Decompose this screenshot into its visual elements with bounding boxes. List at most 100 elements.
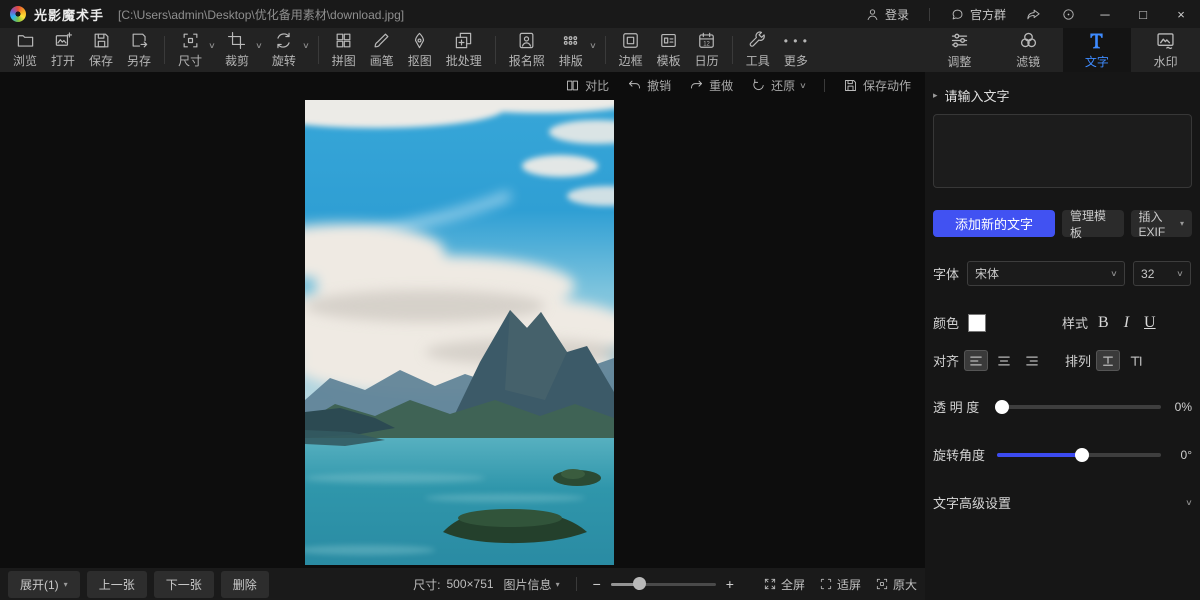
delete-button[interactable]: 删除 xyxy=(221,571,269,598)
compare-icon xyxy=(565,78,580,93)
toolbar-collage[interactable]: 拼图 xyxy=(325,31,363,69)
fullscreen-button[interactable]: 全屏 xyxy=(763,576,805,593)
rotation-slider[interactable] xyxy=(997,453,1161,457)
toolbar-border[interactable]: 边框 xyxy=(612,31,650,69)
action-bar: 对比 撤销 重做 还原 ∨ 保存动作 xyxy=(0,72,925,98)
login-button[interactable]: 登录 xyxy=(865,6,909,23)
rotation-value: 0° xyxy=(1170,448,1192,462)
frame-icon xyxy=(621,31,640,50)
zoom-out-button[interactable]: − xyxy=(593,576,601,592)
toolbar-resize[interactable]: 尺寸 xyxy=(171,31,209,69)
fit-screen-button[interactable]: 适屏 xyxy=(819,576,861,593)
italic-button[interactable]: I xyxy=(1124,314,1129,332)
opacity-slider[interactable] xyxy=(997,405,1161,409)
expand-button[interactable]: 展开(1) ▾ xyxy=(8,571,80,598)
bold-button[interactable]: B xyxy=(1098,314,1109,332)
align-right-button[interactable] xyxy=(1021,351,1043,370)
brush-icon xyxy=(372,31,391,50)
toolbar-id-photo[interactable]: 报名照 xyxy=(502,31,552,69)
chevron-down-icon[interactable]: ∨ xyxy=(255,41,263,50)
toolbar-template[interactable]: 模板 xyxy=(650,31,688,69)
toolbar-label: 浏览 xyxy=(13,52,37,69)
more-dots-icon: • • • xyxy=(784,31,808,50)
tab-text[interactable]: 文字 xyxy=(1063,28,1132,72)
compare-label: 对比 xyxy=(585,77,609,94)
next-button[interactable]: 下一张 xyxy=(154,571,214,598)
minimize-button[interactable]: ─ xyxy=(1096,7,1114,22)
font-size-select[interactable]: 32 ∨ xyxy=(1133,261,1191,286)
dots-grid-icon xyxy=(561,31,580,50)
insert-exif-button[interactable]: 插入EXIF ▾ xyxy=(1131,210,1193,237)
redo-icon xyxy=(689,78,704,93)
resize-icon xyxy=(181,31,200,50)
save-action-button[interactable]: 保存动作 xyxy=(843,77,911,94)
toolbar-calendar[interactable]: 12 日历 xyxy=(688,31,726,69)
official-group-button[interactable]: 官方群 xyxy=(950,6,1006,23)
maximize-button[interactable]: □ xyxy=(1134,7,1152,22)
toolbar-open[interactable]: 打开 xyxy=(44,31,82,69)
toolbar-save[interactable]: 保存 xyxy=(82,31,120,69)
manage-template-button[interactable]: 管理模板 xyxy=(1062,210,1124,237)
chevron-down-icon[interactable]: ∨ xyxy=(302,41,310,50)
toolbar-label: 旋转 xyxy=(272,52,296,69)
toolbar-cutout[interactable]: 抠图 xyxy=(401,31,439,69)
compare-button[interactable]: 对比 xyxy=(565,77,609,94)
opacity-slider-thumb[interactable] xyxy=(995,400,1009,414)
toolbar-crop[interactable]: 裁剪 xyxy=(218,31,256,69)
toolbar-more[interactable]: • • • 更多 xyxy=(777,31,815,69)
app-name: 光影魔术手 xyxy=(34,5,104,24)
align-right-icon xyxy=(1025,355,1039,367)
close-button[interactable]: × xyxy=(1172,7,1190,22)
zoom-slider[interactable] xyxy=(611,583,716,586)
advanced-settings-row[interactable]: 文字高级设置 ∨ xyxy=(933,493,1192,512)
chevron-down-icon[interactable]: ∨ xyxy=(208,41,216,50)
redo-button[interactable]: 重做 xyxy=(689,77,733,94)
toolbar-brush[interactable]: 画笔 xyxy=(363,31,401,69)
chevron-down-icon: ∨ xyxy=(1185,498,1193,507)
share-button[interactable] xyxy=(1026,7,1041,22)
edited-photo[interactable] xyxy=(305,100,614,565)
toolbar-browse[interactable]: 浏览 xyxy=(6,31,44,69)
image-plus-icon xyxy=(54,31,73,50)
zoom-in-button[interactable]: + xyxy=(726,576,734,592)
align-center-button[interactable] xyxy=(993,351,1015,370)
chevron-down-icon: ∨ xyxy=(799,81,807,90)
login-label: 登录 xyxy=(885,6,909,23)
tab-adjust[interactable]: 调整 xyxy=(925,28,994,72)
text-input-area[interactable] xyxy=(933,114,1192,188)
toolbar-tools[interactable]: 工具 xyxy=(739,31,777,69)
pen-nib-icon xyxy=(410,31,429,50)
underline-button[interactable]: U xyxy=(1144,314,1156,332)
font-select[interactable]: 宋体 ∨ xyxy=(967,261,1125,286)
align-left-button[interactable] xyxy=(965,351,987,370)
restore-button[interactable]: 还原 ∨ xyxy=(751,77,806,94)
image-info-button[interactable]: 图片信息 ▾ xyxy=(504,576,560,593)
toolbar-batch[interactable]: 批处理 xyxy=(439,31,489,69)
add-text-button[interactable]: 添加新的文字 xyxy=(933,210,1055,237)
fullscreen-label: 全屏 xyxy=(781,576,805,593)
undo-button[interactable]: 撤销 xyxy=(627,77,671,94)
calendar-icon: 12 xyxy=(697,31,716,50)
dropdown-triangle-icon: ▾ xyxy=(64,580,68,589)
color-swatch[interactable] xyxy=(968,314,986,332)
tab-watermark[interactable]: 水印 xyxy=(1131,28,1200,72)
rotation-slider-thumb[interactable] xyxy=(1075,448,1089,462)
vertical-text-icon xyxy=(1129,355,1143,367)
original-size-button[interactable]: 原大 xyxy=(875,576,917,593)
arrange-horizontal-button[interactable] xyxy=(1097,351,1119,370)
tab-filter[interactable]: 滤镜 xyxy=(994,28,1063,72)
settings-button[interactable] xyxy=(1061,7,1076,22)
text-input-header-label: 请输入文字 xyxy=(945,86,1010,105)
statusbar-divider xyxy=(576,577,577,591)
prev-button[interactable]: 上一张 xyxy=(87,571,147,598)
toolbar-rotate[interactable]: 旋转 xyxy=(265,31,303,69)
fit-screen-label: 适屏 xyxy=(837,576,861,593)
toolbar-layout[interactable]: 排版 xyxy=(552,31,590,69)
arrange-vertical-button[interactable] xyxy=(1125,351,1147,370)
toolbar-label: 打开 xyxy=(51,52,75,69)
rotation-label: 旋转角度 xyxy=(933,445,988,464)
chevron-down-icon[interactable]: ∨ xyxy=(589,41,597,50)
zoom-slider-thumb[interactable] xyxy=(633,577,646,590)
font-value: 宋体 xyxy=(975,265,999,282)
toolbar-save-as[interactable]: 另存 xyxy=(120,31,158,69)
